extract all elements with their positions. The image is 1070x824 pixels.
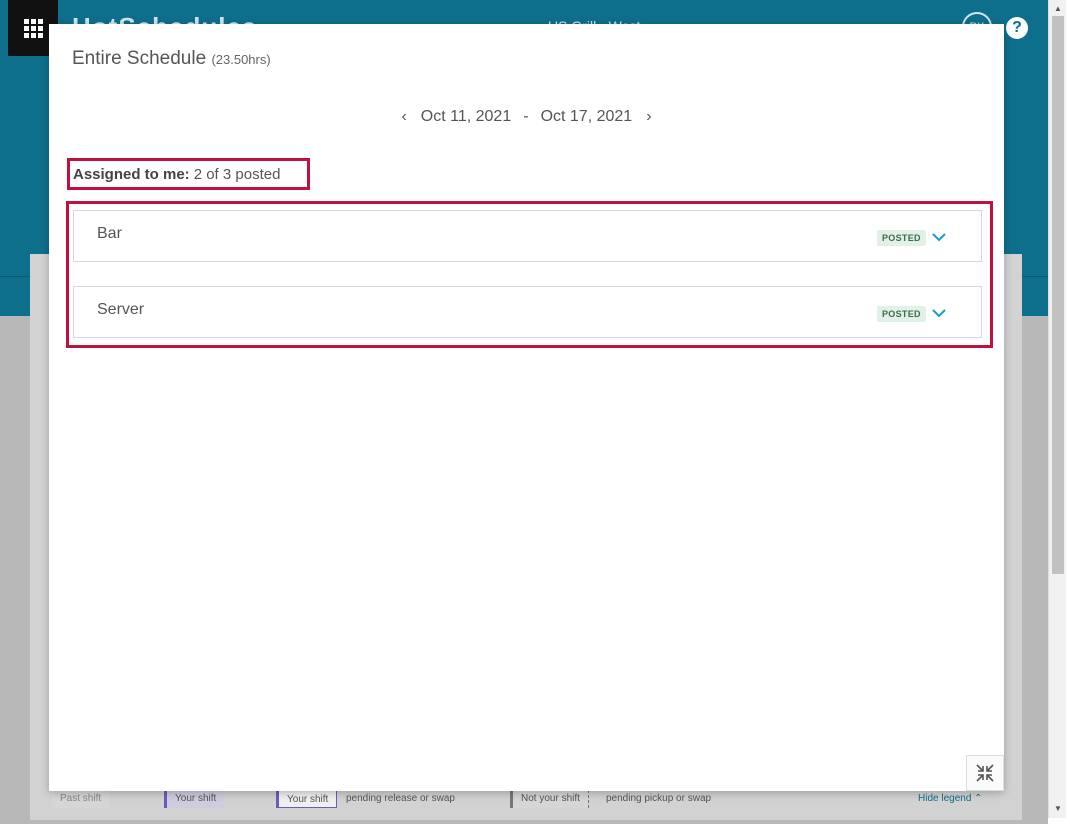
legend-your-shift: Your shift [164,790,225,808]
chevron-up-icon: ⌃ [974,793,983,804]
scroll-up-icon[interactable]: ▲ [1049,2,1067,16]
modal-title-text: Entire Schedule [72,48,207,69]
hide-legend-label: Hide legend [918,793,972,804]
status-badge: POSTED [877,306,926,322]
legend-pending-release: pending release or swap [346,793,455,804]
status-badge: POSTED [877,230,926,246]
hide-legend-link[interactable]: Hide legend ⌃ [910,790,991,808]
date-end: Oct 17, 2021 [540,108,633,125]
legend-not-your-shift: Not your shift [510,790,589,808]
chevron-left-icon[interactable]: ‹ [397,108,410,126]
date-start: Oct 11, 2021 [420,108,512,125]
page-scrollbar[interactable]: ▲ ▼ [1048,0,1066,818]
legend-past-shift: Past shift [52,790,110,808]
date-range-nav: ‹ Oct 11, 2021 - Oct 17, 2021 › [49,106,1004,128]
help-icon[interactable]: ? [1006,17,1028,39]
section-name: Server [97,301,145,318]
legend-your-shift-pending: Your shift [276,790,338,808]
assigned-value: 2 of 3 posted [193,165,281,183]
assigned-label: Assigned to me: [73,165,190,183]
modal-title: Entire Schedule (23.50hrs) [72,48,271,70]
chevron-right-icon[interactable]: › [642,108,655,126]
collapse-icon [976,764,994,782]
schedule-hours: (23.50hrs) [211,52,271,67]
collapse-button[interactable] [966,755,1004,791]
section-row-server[interactable]: Server POSTED [73,286,982,338]
apps-grid-icon [23,18,43,38]
section-row-bar[interactable]: Bar POSTED [73,210,982,262]
assigned-to-me-summary: Assigned to me: 2 of 3 posted [67,158,310,190]
section-name: Bar [97,225,122,242]
chevron-down-icon[interactable] [931,231,947,243]
scroll-thumb[interactable] [1052,16,1064,574]
schedule-sections: Bar POSTED Server POSTED [66,201,993,348]
entire-schedule-modal: Entire Schedule (23.50hrs) ‹ Oct 11, 202… [49,24,1004,791]
scroll-down-icon[interactable]: ▼ [1049,802,1067,816]
shift-legend: Past shift Your shift Your shift pending… [52,788,1002,810]
date-separator: - [523,108,529,125]
chevron-down-icon[interactable] [931,307,947,319]
legend-pending-pickup: pending pickup or swap [606,793,712,804]
